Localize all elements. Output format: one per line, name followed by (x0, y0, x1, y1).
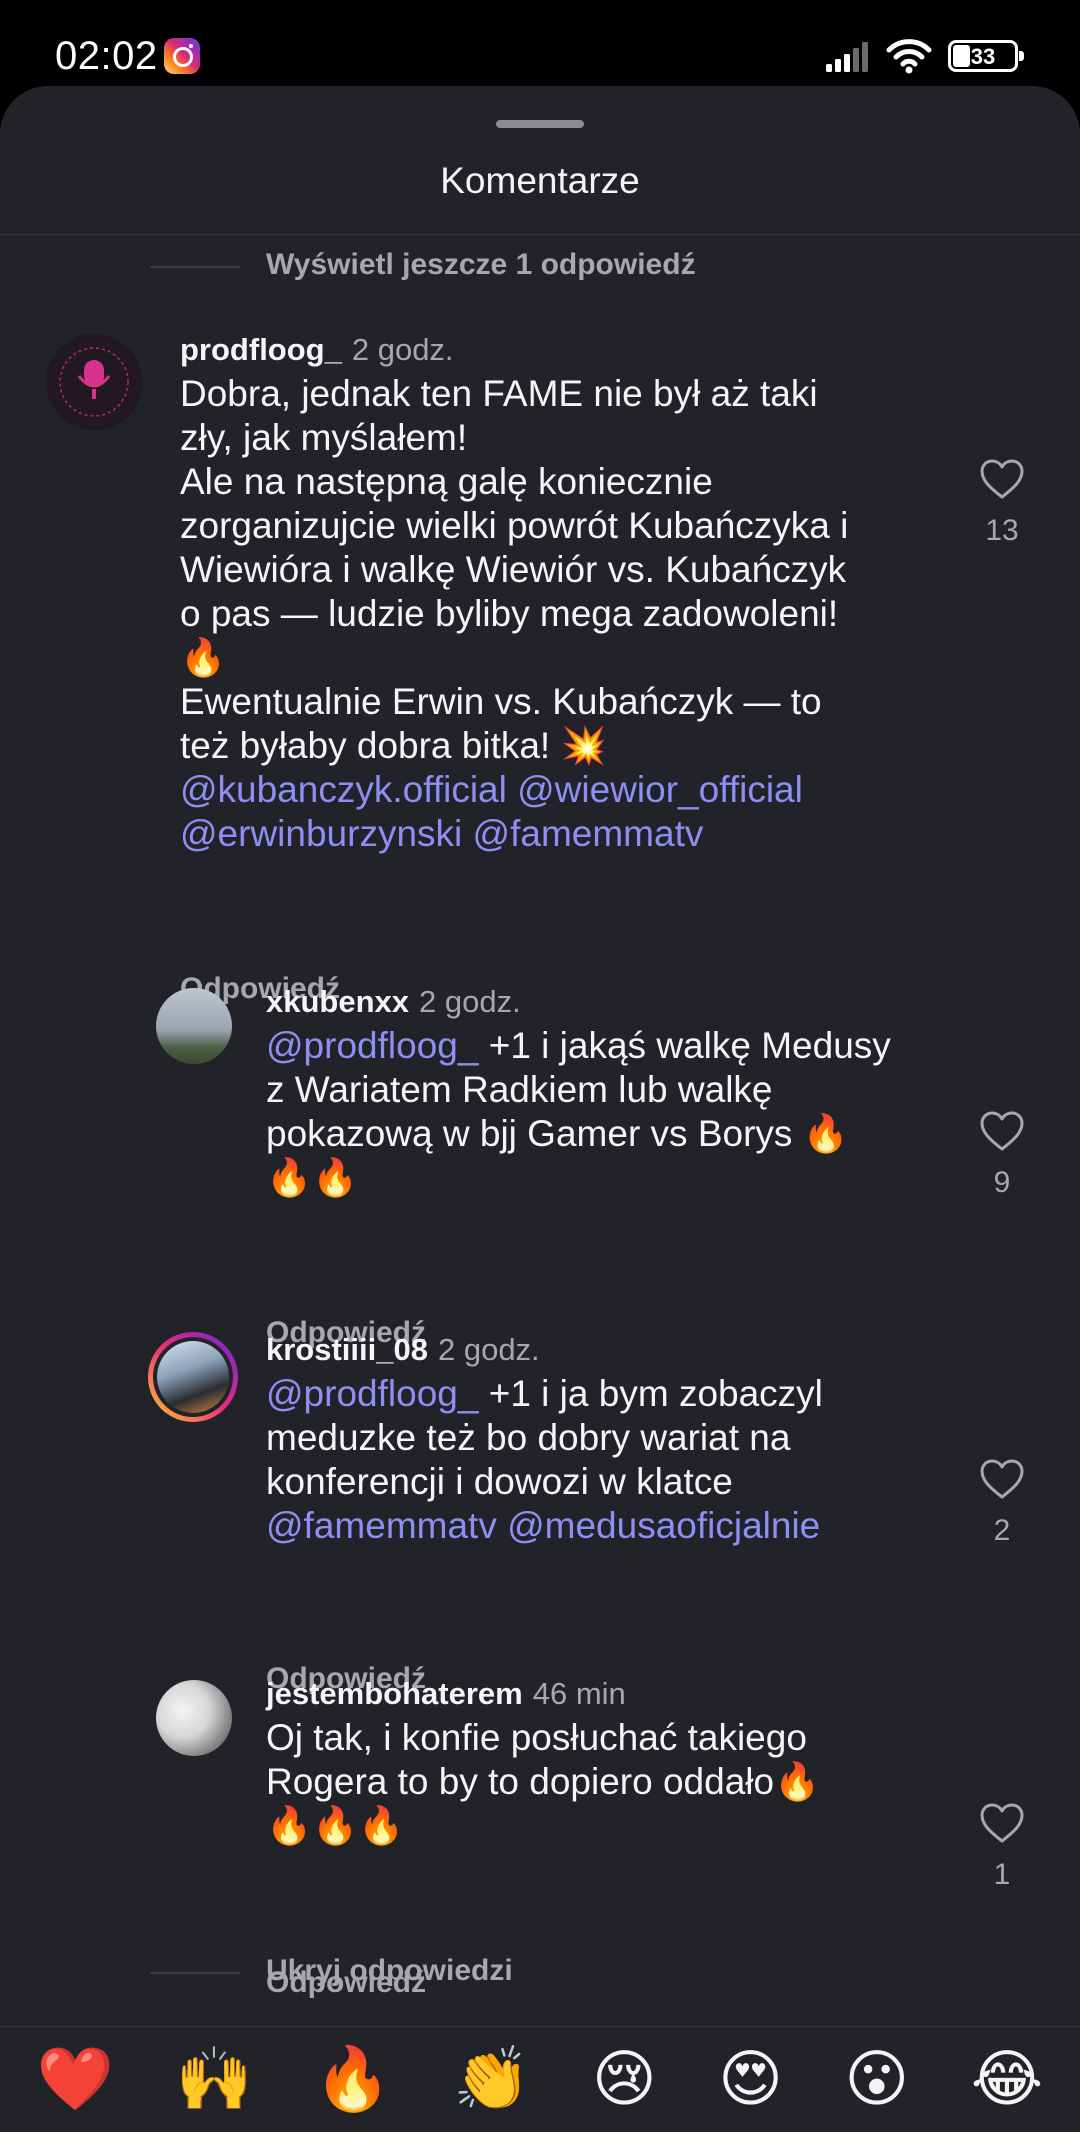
clapping-emoji-button[interactable]: 👏 (453, 2048, 530, 2111)
like-count: 9 (993, 1166, 1011, 1199)
mention[interactable]: @prodfloog_ (266, 1025, 478, 1066)
comment-line: 🔥 (180, 637, 227, 678)
comment-text: @prodfloog_ +1 i ja bym zobaczyl meduzke… (266, 1372, 956, 1548)
avatar-ring-gap (153, 1337, 233, 1417)
mention-line[interactable]: @famemmatv @medusaoficjalnie (266, 1504, 956, 1548)
comment-line: Rogera to by to dopiero oddało🔥 (266, 1761, 821, 1802)
heart-icon (980, 1803, 1024, 1843)
fire-emoji-button[interactable]: 🔥 (314, 2048, 391, 2111)
comment-text: Oj tak, i konfie posłuchać takiego Roger… (266, 1716, 956, 1848)
comment-line: meduzke też bo dobry wariat na (266, 1417, 791, 1458)
username[interactable]: xkubenxx (266, 984, 409, 1019)
timestamp: 46 min (532, 1676, 626, 1711)
heart-icon (980, 1459, 1024, 1499)
thread-line (150, 266, 240, 268)
comment-line: Wiewióra i walkę Wiewiór vs. Kubańczyk (180, 549, 847, 590)
comment-line: +1 i jakąś walkę Medusy (478, 1025, 891, 1066)
timestamp: 2 godz. (351, 332, 454, 367)
heart-icon (980, 459, 1024, 499)
sheet-drag-handle[interactable] (496, 120, 584, 128)
avatar-photo (157, 1341, 229, 1413)
comment-meta: krostiiii_08 2 godz. (266, 1332, 540, 1368)
comment-line: konferencji i dowozi w klatce (266, 1461, 733, 1502)
like-count: 2 (993, 1514, 1011, 1547)
avatar[interactable] (46, 334, 142, 430)
thread-line (150, 1972, 240, 1974)
like-button[interactable]: 9 (972, 1110, 1032, 1200)
mention-line[interactable]: @erwinburzynski @famemmatv (180, 812, 940, 856)
comment-meta: jestembohaterem 46 min (266, 1676, 626, 1712)
signal-icon (826, 42, 868, 72)
timestamp: 2 godz. (437, 1332, 540, 1367)
comment-line: Ewentualnie Erwin vs. Kubańczyk — to (180, 681, 822, 722)
prodfloog-logo-icon (46, 334, 142, 430)
username[interactable]: krostiiii_08 (266, 1332, 428, 1367)
comment-text: @prodfloog_ +1 i jakąś walkę Medusy z Wa… (266, 1024, 956, 1200)
comment-meta: xkubenxx 2 godz. (266, 984, 521, 1020)
hide-replies-button[interactable]: Ukryj odpowiedzi (266, 1954, 513, 1988)
comment-line: 🔥🔥🔥 (266, 1805, 405, 1846)
comment-line: Dobra, jednak ten FAME nie był aż taki (180, 373, 818, 414)
view-more-replies-button[interactable]: Wyświetl jeszcze 1 odpowiedź (266, 248, 696, 282)
comment-line: pokazową w bjj Gamer vs Borys 🔥 (266, 1113, 849, 1154)
sheet-title: Komentarze (440, 160, 640, 201)
username[interactable]: prodfloog_ (180, 332, 342, 367)
battery-icon: 33 (948, 40, 1024, 72)
comment-text: Dobra, jednak ten FAME nie był aż taki z… (180, 372, 940, 856)
status-time: 02:02 (55, 34, 158, 78)
comment-line: Oj tak, i konfie posłuchać takiego (266, 1717, 807, 1758)
mention-line[interactable]: @kubanczyk.official @wiewior_official (180, 768, 940, 812)
heart-eyes-emoji-button[interactable]: 😍 (718, 2048, 783, 2111)
comments-sheet: Komentarze Wyświetl jeszcze 1 odpowiedź … (0, 86, 1080, 2132)
story-ring-avatar[interactable] (148, 1332, 238, 1422)
emoji-reaction-bar: ❤️ 🙌 🔥 👏 😢 😍 😮 😂 (0, 2026, 1080, 2132)
comment-line: zły, jak myślałem! (180, 417, 468, 458)
instagram-notification-icon (164, 38, 200, 74)
divider (0, 234, 1080, 235)
comment-line: +1 i ja bym zobaczyl (478, 1373, 823, 1414)
comment-meta: prodfloog_ 2 godz. (180, 332, 454, 368)
like-count: 1 (993, 1858, 1011, 1891)
comment-line: zorganizujcie wielki powrót Kubańczyka i (180, 505, 849, 546)
comment-line: z Wariatem Radkiem lub walkę (266, 1069, 773, 1110)
comment-line: też byłaby dobra bitka! 💥 (180, 725, 607, 766)
like-button[interactable]: 13 (972, 458, 1032, 548)
username[interactable]: jestembohaterem (266, 1676, 523, 1711)
timestamp: 2 godz. (419, 984, 521, 1019)
like-button[interactable]: 1 (972, 1802, 1032, 1892)
like-count: 13 (985, 514, 1019, 547)
laughing-emoji-button[interactable]: 😂 (971, 2048, 1043, 2111)
raising-hands-emoji-button[interactable]: 🙌 (176, 2048, 253, 2111)
avatar[interactable] (156, 1680, 232, 1756)
comment-line: 🔥🔥 (266, 1157, 359, 1198)
mention[interactable]: @prodfloog_ (266, 1373, 478, 1414)
heart-icon (980, 1111, 1024, 1151)
surprised-emoji-button[interactable]: 😮 (844, 2048, 909, 2111)
comment-line: o pas — ludzie byliby mega zadowoleni! (180, 593, 839, 634)
crying-emoji-button[interactable]: 😢 (592, 2048, 657, 2111)
like-button[interactable]: 2 (972, 1458, 1032, 1548)
comment-line: Ale na następną galę koniecznie (180, 461, 713, 502)
avatar[interactable] (156, 988, 232, 1064)
battery-text: 33 (970, 44, 996, 69)
heart-emoji-button[interactable]: ❤️ (37, 2048, 114, 2111)
wifi-icon (886, 39, 932, 74)
